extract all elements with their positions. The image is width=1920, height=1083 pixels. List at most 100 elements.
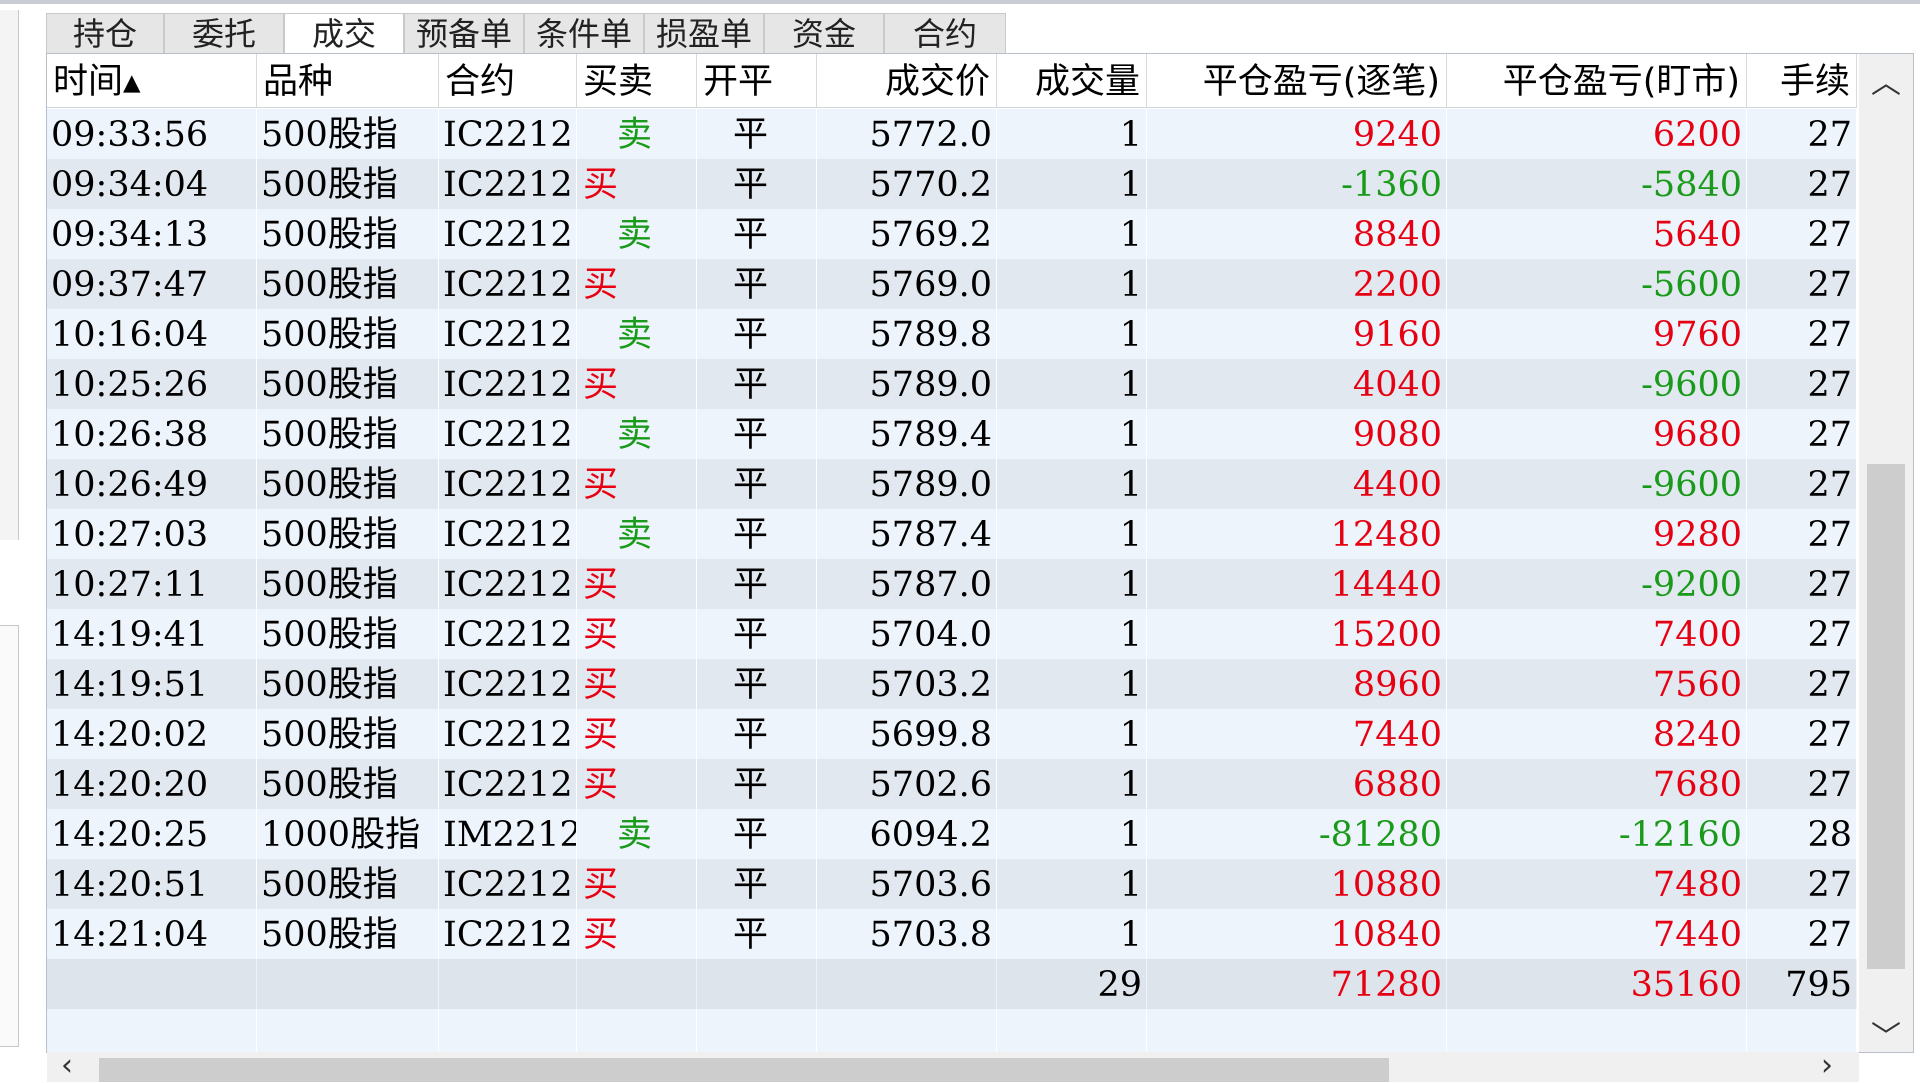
- chevron-down-icon[interactable]: ﹀: [1859, 1012, 1913, 1056]
- table-row[interactable]: 09:33:56 500股指 IC2212 卖平 5772.0 1 9240 6200 27: [47, 109, 1857, 159]
- cell-side: 买: [577, 609, 697, 659]
- table-row[interactable]: 14:20:02 500股指 IC2212 买平 5699.8 1 7440 8240 27: [47, 709, 1857, 759]
- cell-price: 6094.2: [817, 809, 997, 859]
- cell-qty: 1: [997, 359, 1147, 409]
- column-header[interactable]: 平仓盈亏(盯市): [1447, 54, 1747, 107]
- column-header[interactable]: 合约: [439, 54, 577, 107]
- column-header[interactable]: 平仓盈亏(逐笔): [1147, 54, 1447, 107]
- cell-product: 500股指: [257, 159, 439, 209]
- cell-oc: 平: [697, 659, 817, 709]
- tab-7[interactable]: 合约: [884, 13, 1006, 53]
- cell-time: 10:27:03: [47, 509, 257, 559]
- cell-time: 14:20:20: [47, 759, 257, 809]
- table-row[interactable]: 09:34:04 500股指 IC2212 买平 5770.2 1 -1360 -5840 27: [47, 159, 1857, 209]
- cell-side: 卖: [577, 409, 697, 459]
- cell-fee: 27: [1747, 659, 1857, 709]
- cell-oc: 平: [697, 809, 817, 859]
- tab-3[interactable]: 预备单: [404, 13, 524, 53]
- tab-1[interactable]: 委托: [164, 13, 284, 53]
- table-row[interactable]: 10:27:11 500股指 IC2212 买平 5787.0 1 14440 -9200 27: [47, 559, 1857, 609]
- column-header[interactable]: 成交量: [997, 54, 1147, 107]
- table-row[interactable]: 14:19:51 500股指 IC2212 买平 5703.2 1 8960 7560 27: [47, 659, 1857, 709]
- cell-qty: 1: [997, 859, 1147, 909]
- cell-contract: IC2212: [439, 409, 577, 459]
- cell-pnl_trade: 7440: [1147, 709, 1447, 759]
- cell-time: 14:20:25: [47, 809, 257, 859]
- cell-pnl_mtm: 7560: [1447, 659, 1747, 709]
- cell-fee: 27: [1747, 509, 1857, 559]
- table-row[interactable]: 10:26:38 500股指 IC2212 卖平 5789.4 1 9080 9680 27: [47, 409, 1857, 459]
- cell-side: 卖: [577, 809, 697, 859]
- column-header[interactable]: 品种: [257, 54, 439, 107]
- tab-2[interactable]: 成交: [284, 13, 404, 53]
- cell-qty: 1: [997, 709, 1147, 759]
- cell-price: 5702.6: [817, 759, 997, 809]
- table-row[interactable]: 14:20:20 500股指 IC2212 买平 5702.6 1 6880 7680 27: [47, 759, 1857, 809]
- table-row[interactable]: 10:25:26 500股指 IC2212 买平 5789.0 1 4040 -9600 27: [47, 359, 1857, 409]
- horizontal-scroll-thumb[interactable]: [99, 1058, 1389, 1082]
- cell-pnl_mtm: -9600: [1447, 459, 1747, 509]
- cell-fee: 27: [1747, 159, 1857, 209]
- total-pnl_mtm: 35160: [1447, 959, 1747, 1009]
- cell-oc: 平: [697, 909, 817, 959]
- table-row[interactable]: 14:21:04 500股指 IC2212 买平 5703.8 1 10840 7440 27: [47, 909, 1857, 959]
- table-row[interactable]: 10:27:03 500股指 IC2212 卖平 5787.4 1 12480 9280 27: [47, 509, 1857, 559]
- column-header[interactable]: 时间▴: [47, 54, 257, 107]
- tab-6[interactable]: 资金: [764, 13, 884, 53]
- cell-side: 卖: [577, 209, 697, 259]
- tab-4[interactable]: 条件单: [524, 13, 644, 53]
- column-header[interactable]: 成交价: [817, 54, 997, 107]
- table-row[interactable]: 10:16:04 500股指 IC2212 卖平 5789.8 1 9160 9760 27: [47, 309, 1857, 359]
- cell-fee: 27: [1747, 759, 1857, 809]
- cell-side: 买: [577, 259, 697, 309]
- table-row[interactable]: 09:34:13 500股指 IC2212 卖平 5769.2 1 8840 5640 27: [47, 209, 1857, 259]
- chevron-left-icon[interactable]: ‹: [47, 1048, 87, 1083]
- table-row[interactable]: 14:19:41 500股指 IC2212 买平 5704.0 1 15200 7400 27: [47, 609, 1857, 659]
- cell-fee: 27: [1747, 559, 1857, 609]
- vertical-scrollbar[interactable]: ︿ ﹀: [1859, 54, 1913, 1055]
- cell-product: 1000股指: [257, 809, 439, 859]
- chevron-right-icon[interactable]: ›: [1807, 1048, 1847, 1083]
- table-row[interactable]: 10:26:49 500股指 IC2212 买平 5789.0 1 4400 -9600 27: [47, 459, 1857, 509]
- cell-contract: IC2212: [439, 509, 577, 559]
- cell-time: 10:16:04: [47, 309, 257, 359]
- cell-fee: 27: [1747, 109, 1857, 159]
- column-header[interactable]: 买卖: [577, 54, 697, 107]
- cell-time: 14:20:51: [47, 859, 257, 909]
- cell-oc: 平: [697, 559, 817, 609]
- cell-oc: 平: [697, 859, 817, 909]
- cell-pnl_trade: 2200: [1147, 259, 1447, 309]
- cell-pnl_trade: 10840: [1147, 909, 1447, 959]
- cell-pnl_trade: 12480: [1147, 509, 1447, 559]
- column-header[interactable]: 开平: [697, 54, 817, 107]
- left-side-panel: [0, 10, 19, 540]
- chevron-up-icon[interactable]: ︿: [1859, 58, 1913, 102]
- cell-side: 买: [577, 359, 697, 409]
- cell-product: 500股指: [257, 559, 439, 609]
- cell-price: 5789.0: [817, 459, 997, 509]
- cell-fee: 27: [1747, 309, 1857, 359]
- table-row[interactable]: 14:20:51 500股指 IC2212 买平 5703.6 1 10880 7480 27: [47, 859, 1857, 909]
- cell-contract: IC2212: [439, 559, 577, 609]
- cell-contract: IC2212: [439, 609, 577, 659]
- cell-pnl_trade: -1360: [1147, 159, 1447, 209]
- table-row[interactable]: 14:20:25 1000股指 IM2212 卖平 6094.2 1 -81280 -1216…: [47, 809, 1857, 859]
- cell-oc: 平: [697, 609, 817, 659]
- cell-pnl_mtm: -5600: [1447, 259, 1747, 309]
- cell-fee: 27: [1747, 259, 1857, 309]
- horizontal-scrollbar[interactable]: ‹ ›: [47, 1048, 1859, 1083]
- cell-side: 买: [577, 759, 697, 809]
- cell-product: 500股指: [257, 609, 439, 659]
- table-row[interactable]: 09:37:47 500股指 IC2212 买平 5769.0 1 2200 -5600 27: [47, 259, 1857, 309]
- vertical-scroll-thumb[interactable]: [1867, 464, 1905, 969]
- cell-qty: 1: [997, 509, 1147, 559]
- cell-price: 5769.0: [817, 259, 997, 309]
- cell-pnl_trade: 9160: [1147, 309, 1447, 359]
- cell-price: 5787.0: [817, 559, 997, 609]
- column-header[interactable]: 手续: [1747, 54, 1857, 107]
- tab-0[interactable]: 持仓: [46, 13, 164, 53]
- total-empty: [697, 959, 817, 1009]
- cell-price: 5789.4: [817, 409, 997, 459]
- cell-fee: 27: [1747, 609, 1857, 659]
- tab-5[interactable]: 损盈单: [644, 13, 764, 53]
